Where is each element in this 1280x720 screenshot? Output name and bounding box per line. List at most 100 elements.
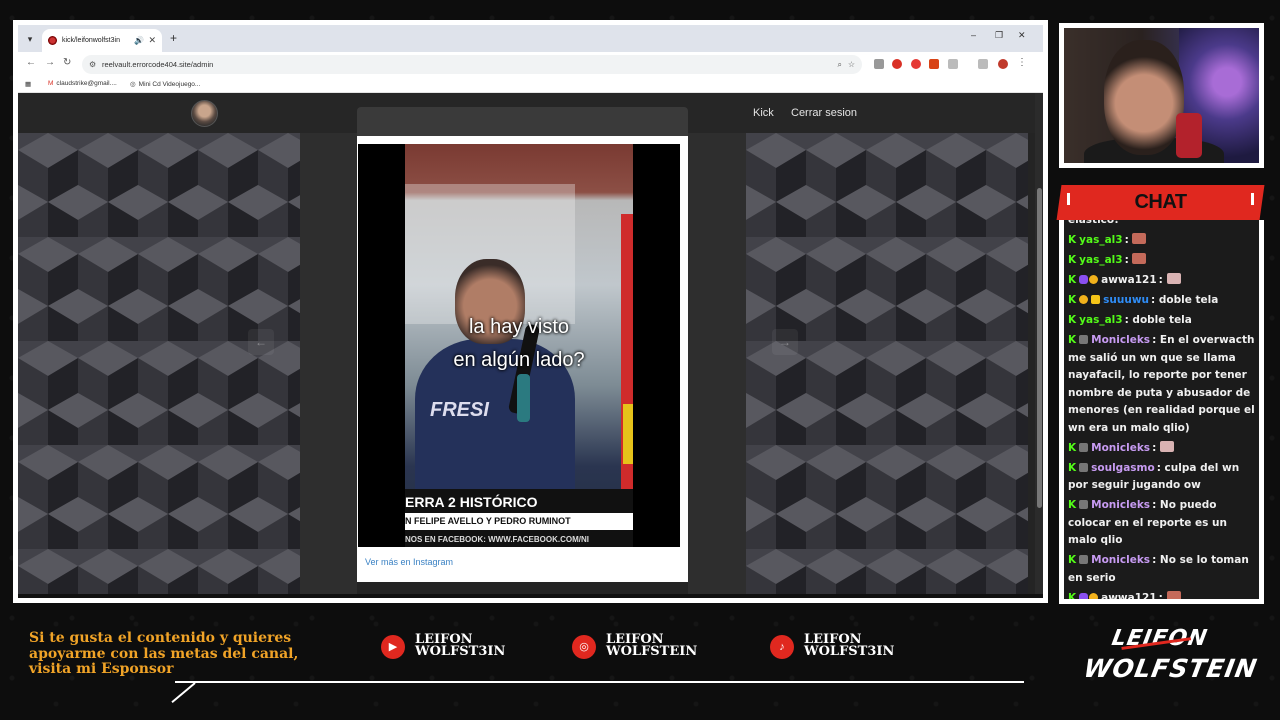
instagram-icon: ◎ bbox=[572, 635, 596, 659]
chat-message: Kawwa121: bbox=[1068, 272, 1255, 290]
chat-text: En el overwacth me salió un wn que se ll… bbox=[1068, 334, 1255, 434]
browser-tab[interactable]: kick/leifonwolfst3in 🔊 ✕ bbox=[42, 29, 162, 52]
chat-message: K Monicleks: En el overwacth me salió un … bbox=[1068, 332, 1255, 437]
tab-search-button[interactable]: ▾ bbox=[22, 31, 38, 47]
tab-bar: ▾ kick/leifonwolfst3in 🔊 ✕ + – ❐ ✕ bbox=[18, 25, 1043, 52]
emote-icon bbox=[1132, 233, 1147, 244]
video-caption-line1: la hay visto bbox=[468, 316, 570, 338]
studio-yellow-panel bbox=[623, 404, 633, 464]
chat-username[interactable]: yas_al3 bbox=[1079, 234, 1122, 246]
bot-badge-icon bbox=[1079, 335, 1089, 344]
cube-background-left bbox=[18, 133, 300, 598]
social-youtube-name: LEIFON WOLFST3IN bbox=[415, 633, 506, 659]
social-instagram-name: LEIFON WOLFSTEIN bbox=[606, 633, 698, 659]
kick-badge-icon: K bbox=[1068, 591, 1077, 600]
video-player[interactable]: FRESI la hay visto en algún lado? ERRA 2… bbox=[358, 144, 680, 547]
zoom-icon[interactable]: ⌕ bbox=[838, 55, 842, 74]
puzzle-extensions-icon[interactable] bbox=[948, 59, 958, 69]
web-page: Kick Cerrar sesion FRESI la hay visto en… bbox=[18, 93, 1043, 598]
browser-capture: ▾ kick/leifonwolfst3in 🔊 ✕ + – ❐ ✕ ← → ↻… bbox=[13, 20, 1048, 603]
nav-link-kick[interactable]: Kick bbox=[753, 93, 774, 133]
page-bottom-edge bbox=[18, 594, 1043, 598]
emote-icon bbox=[1166, 273, 1181, 284]
chat-username[interactable]: awwa121 bbox=[1101, 274, 1157, 286]
chat-username[interactable]: Monicleks bbox=[1091, 554, 1150, 566]
chat-separator: : bbox=[1124, 234, 1133, 246]
social-name-line2: WOLFSTEIN bbox=[606, 644, 698, 659]
chat-username[interactable]: yas_al3 bbox=[1079, 254, 1122, 266]
audio-playing-icon[interactable]: 🔊 bbox=[134, 29, 144, 52]
kick-favicon-icon bbox=[48, 36, 57, 45]
carousel-next-button[interactable]: → bbox=[772, 329, 798, 355]
address-bar: ← → ↻ ⚙ reelvault.errorcode404.site/admi… bbox=[18, 52, 1043, 77]
social-name-line2: WOLFST3IN bbox=[804, 644, 895, 659]
nav-link-logout[interactable]: Cerrar sesion bbox=[791, 93, 857, 133]
scrollbar-thumb[interactable] bbox=[1037, 188, 1042, 508]
webcam-face bbox=[1104, 40, 1184, 155]
tab-close-icon[interactable]: ✕ bbox=[148, 29, 156, 52]
chat-text: doble tela bbox=[1158, 294, 1219, 306]
chat-separator: : bbox=[1151, 294, 1159, 306]
chat-username[interactable]: yas_al3 bbox=[1079, 314, 1122, 326]
chat-username[interactable]: suuuwu bbox=[1103, 294, 1149, 306]
instagram-link[interactable]: Ver más en Instagram bbox=[365, 557, 453, 567]
chat-title: CHAT bbox=[1134, 191, 1187, 213]
bookmark-star-icon[interactable]: ☆ bbox=[848, 55, 855, 74]
emote-icon bbox=[1159, 440, 1174, 452]
chat-separator: : bbox=[1158, 274, 1167, 286]
chat-username[interactable]: awwa121 bbox=[1101, 592, 1157, 600]
page-scrollbar[interactable] bbox=[1035, 93, 1043, 598]
chat-message: Kyas_al3: bbox=[1068, 232, 1255, 250]
bookmarks-bar: ▦ Mclaudstrike@gmail.... ◎ Mini Cd Videoj… bbox=[18, 77, 1043, 93]
bookmark-videojuego[interactable]: ◎ Mini Cd Videojuego... bbox=[130, 80, 200, 88]
url-field[interactable]: ⚙ reelvault.errorcode404.site/admin ⌕ ☆ bbox=[82, 55, 862, 74]
lower-third-title: ERRA 2 HISTÓRICO bbox=[405, 494, 538, 510]
adblock-extension-icon[interactable] bbox=[892, 59, 902, 69]
water-bottle bbox=[517, 374, 530, 422]
emote-icon bbox=[1132, 253, 1147, 264]
sponsor-text: Si te gusta el contenido y quieres apoya… bbox=[29, 630, 299, 677]
reading-list-icon[interactable] bbox=[978, 59, 988, 69]
bookmark-gmail[interactable]: Mclaudstrike@gmail.... bbox=[48, 80, 117, 87]
webcam-feed bbox=[1064, 28, 1259, 163]
background-dim bbox=[746, 133, 1028, 598]
modal-overlay-right bbox=[688, 133, 746, 598]
chat-message: K Monicleks: No puedo colocar en el repor… bbox=[1068, 497, 1255, 550]
bookmark-label: claudstrike@gmail.... bbox=[56, 80, 117, 87]
profile-avatar[interactable] bbox=[998, 59, 1008, 69]
gmail-extension-icon[interactable] bbox=[929, 59, 939, 69]
lower-third-web: NOS EN FACEBOOK: WWW.FACEBOOK.COM/NI bbox=[405, 535, 589, 544]
forward-icon[interactable]: → bbox=[45, 57, 55, 68]
opera-extension-icon[interactable] bbox=[911, 59, 921, 69]
chat-separator: : bbox=[1152, 499, 1160, 511]
tab-title: kick/leifonwolfst3in bbox=[62, 37, 120, 44]
chat-username[interactable]: Monicleks bbox=[1091, 334, 1150, 346]
chat-username[interactable]: Monicleks bbox=[1091, 442, 1150, 454]
apps-grid-icon[interactable]: ▦ bbox=[25, 80, 31, 88]
carousel-prev-button[interactable]: ← bbox=[248, 329, 274, 355]
chat-separator: : bbox=[1156, 461, 1165, 474]
site-info-icon[interactable]: ⚙ bbox=[89, 55, 96, 74]
new-tab-button[interactable]: + bbox=[170, 31, 177, 45]
emote-icon bbox=[1166, 590, 1181, 599]
subscriber-badge-icon bbox=[1079, 592, 1089, 599]
browser-window: ▾ kick/leifonwolfst3in 🔊 ✕ + – ❐ ✕ ← → ↻… bbox=[18, 25, 1043, 598]
chat-username[interactable]: Monicleks bbox=[1091, 499, 1150, 511]
background-dim bbox=[18, 133, 300, 598]
restore-icon[interactable]: ❐ bbox=[995, 30, 1003, 41]
social-name-line2: WOLFST3IN bbox=[415, 644, 506, 659]
extension-icon[interactable] bbox=[874, 59, 884, 69]
chat-panel: elastico! Kyas_al3: Kyas_al3: Kawwa121: … bbox=[1059, 220, 1264, 604]
close-window-icon[interactable]: ✕ bbox=[1018, 30, 1026, 41]
site-logo-avatar[interactable] bbox=[191, 100, 218, 127]
brand-logo-line2: WOLFSTEIN bbox=[1081, 654, 1260, 683]
reload-icon[interactable]: ↻ bbox=[63, 57, 71, 68]
back-icon[interactable]: ← bbox=[26, 57, 36, 68]
chat-separator: : bbox=[1152, 334, 1160, 346]
chat-message-list: elastico! Kyas_al3: Kyas_al3: Kawwa121: … bbox=[1064, 220, 1259, 599]
browser-menu-icon[interactable]: ⋮ bbox=[1017, 57, 1027, 68]
chat-message: K Monicleks: No se lo toman en serio bbox=[1068, 552, 1255, 587]
bot-badge-icon bbox=[1079, 442, 1089, 452]
minimize-icon[interactable]: – bbox=[971, 30, 976, 40]
chat-username[interactable]: soulgasmo bbox=[1091, 462, 1155, 474]
